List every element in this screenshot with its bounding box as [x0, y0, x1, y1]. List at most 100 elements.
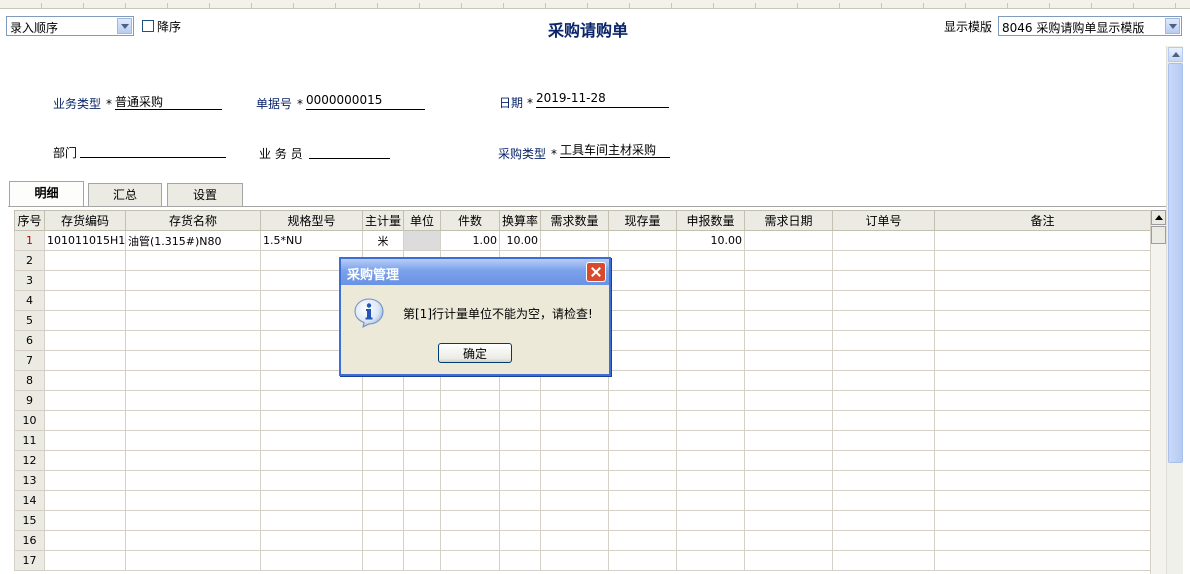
grid-cell[interactable]: [540, 410, 609, 431]
grid-cell[interactable]: [540, 550, 609, 571]
row-number[interactable]: 5: [14, 310, 45, 331]
grid-cell[interactable]: [260, 490, 363, 511]
grid-cell[interactable]: [362, 550, 404, 571]
grid-cell[interactable]: [744, 430, 833, 451]
grid-cell[interactable]: [934, 390, 1150, 411]
grid-cell[interactable]: [934, 470, 1150, 491]
grid-cell[interactable]: [44, 390, 126, 411]
grid-cell[interactable]: [440, 490, 500, 511]
grid-cell[interactable]: [832, 270, 935, 291]
grid-cell[interactable]: 1.5*NU: [260, 230, 363, 251]
row-number[interactable]: 3: [14, 270, 45, 291]
grid-cell[interactable]: [260, 470, 363, 491]
grid-cell[interactable]: [440, 470, 500, 491]
grid-cell[interactable]: [540, 430, 609, 451]
business-type-field[interactable]: 普通采购: [115, 93, 222, 110]
grid-cell[interactable]: [540, 450, 609, 471]
date-field[interactable]: 2019-11-28: [536, 91, 669, 108]
grid-cell[interactable]: [362, 510, 404, 531]
grid-cell[interactable]: [608, 410, 677, 431]
toolbar-button[interactable]: [966, 3, 1008, 8]
grid-cell[interactable]: [744, 250, 833, 271]
table-row[interactable]: 1 101011015H1 油管(1.315#)N80 1.5*NU 米 1.00 10.0…: [14, 230, 1150, 251]
toolbar-button[interactable]: [0, 3, 42, 8]
row-number[interactable]: 1: [14, 230, 45, 251]
grid-cell[interactable]: [540, 530, 609, 551]
grid-cell[interactable]: [260, 550, 363, 571]
grid-cell[interactable]: [744, 310, 833, 331]
toolbar-button[interactable]: [1050, 3, 1092, 8]
grid-cell[interactable]: [44, 350, 126, 371]
grid-cell[interactable]: [832, 350, 935, 371]
toolbar-button[interactable]: [168, 3, 210, 8]
grid-cell[interactable]: [44, 370, 126, 391]
grid-cell[interactable]: [362, 490, 404, 511]
grid-cell[interactable]: [44, 450, 126, 471]
grid-cell[interactable]: [608, 350, 677, 371]
grid-cell[interactable]: [440, 530, 500, 551]
row-number[interactable]: 14: [14, 490, 45, 511]
toolbar-button[interactable]: [798, 3, 840, 8]
toolbar-button[interactable]: [882, 3, 924, 8]
grid-cell[interactable]: [403, 470, 441, 491]
grid-cell[interactable]: [608, 330, 677, 351]
column-header[interactable]: 备注: [934, 210, 1150, 231]
grid-cell[interactable]: [260, 530, 363, 551]
toolbar-button[interactable]: [714, 3, 756, 8]
grid-cell[interactable]: [44, 510, 126, 531]
column-header[interactable]: 规格型号: [260, 210, 363, 231]
toolbar-button[interactable]: [42, 3, 84, 8]
grid-cell[interactable]: [934, 550, 1150, 571]
grid-cell[interactable]: [832, 230, 935, 251]
grid-cell[interactable]: [403, 510, 441, 531]
grid-cell[interactable]: [832, 330, 935, 351]
chevron-down-icon[interactable]: [1165, 18, 1180, 34]
grid-cell[interactable]: [499, 550, 541, 571]
ok-button[interactable]: 确定: [438, 343, 512, 363]
grid-cell[interactable]: [744, 550, 833, 571]
grid-cell[interactable]: [608, 310, 677, 331]
grid-cell[interactable]: [934, 410, 1150, 431]
column-header[interactable]: 存货名称: [125, 210, 261, 231]
grid-cell[interactable]: [934, 370, 1150, 391]
grid-cell[interactable]: [44, 270, 126, 291]
grid-cell[interactable]: [44, 250, 126, 271]
grid-cell[interactable]: [125, 290, 261, 311]
dialog-title-bar[interactable]: 采购管理: [341, 259, 609, 285]
grid-cell[interactable]: [125, 390, 261, 411]
grid-cell[interactable]: [744, 230, 833, 251]
grid-cell[interactable]: [540, 490, 609, 511]
grid-cell[interactable]: [934, 450, 1150, 471]
toolbar-button[interactable]: [588, 3, 630, 8]
toolbar-button[interactable]: [840, 3, 882, 8]
grid-cell[interactable]: [125, 550, 261, 571]
grid-cell[interactable]: [44, 290, 126, 311]
row-number[interactable]: 2: [14, 250, 45, 271]
grid-cell[interactable]: [676, 290, 745, 311]
grid-cell[interactable]: [540, 230, 609, 251]
grid-cell[interactable]: [676, 250, 745, 271]
grid-cell[interactable]: [676, 410, 745, 431]
grid-cell[interactable]: [934, 310, 1150, 331]
grid-cell[interactable]: [676, 470, 745, 491]
column-header[interactable]: 存货编码: [44, 210, 126, 231]
grid-cell[interactable]: 101011015H1: [44, 230, 126, 251]
table-row[interactable]: 15: [14, 510, 1150, 531]
grid-cell[interactable]: [44, 550, 126, 571]
grid-cell[interactable]: [832, 450, 935, 471]
grid-cell[interactable]: [744, 510, 833, 531]
grid-cell[interactable]: [403, 530, 441, 551]
row-number[interactable]: 8: [14, 370, 45, 391]
grid-cell[interactable]: [608, 370, 677, 391]
grid-cell[interactable]: [744, 270, 833, 291]
row-number[interactable]: 9: [14, 390, 45, 411]
grid-cell[interactable]: [125, 510, 261, 531]
grid-cell[interactable]: [832, 470, 935, 491]
toolbar-button[interactable]: [1134, 3, 1176, 8]
column-header[interactable]: 件数: [440, 210, 500, 231]
grid-cell[interactable]: [540, 510, 609, 531]
table-row[interactable]: 17: [14, 550, 1150, 571]
grid-cell[interactable]: [676, 390, 745, 411]
grid-cell[interactable]: [744, 450, 833, 471]
grid-cell[interactable]: [499, 510, 541, 531]
